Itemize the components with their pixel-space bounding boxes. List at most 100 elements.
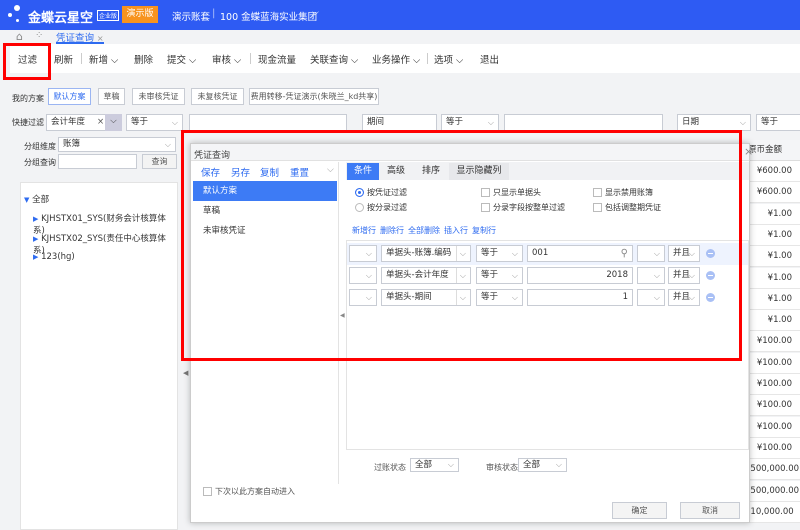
table-row[interactable]: ¥100.00 xyxy=(745,416,800,438)
grid-icon[interactable]: ⁘ xyxy=(35,30,43,41)
related-query-label: 关联查询 xyxy=(310,55,349,66)
org-name[interactable]: 100 金蝶蓝海实业集团 xyxy=(220,9,317,23)
tab-label: 凭证查询 xyxy=(56,33,95,44)
scheme-draft[interactable]: 草稿 xyxy=(98,88,125,105)
quick-field1-select[interactable]: 会计年度 × ⌵ xyxy=(46,114,122,131)
group-dim-select[interactable]: 账簿 ⌵ xyxy=(58,137,176,152)
home-icon[interactable]: ⌂ xyxy=(16,30,23,43)
caret-down-icon[interactable]: ▼ xyxy=(24,196,29,204)
table-row[interactable]: ¥100.00 xyxy=(745,374,800,395)
table-row[interactable]: ¥1.00 xyxy=(745,203,800,225)
quick-op1-value: 等于 xyxy=(131,117,149,127)
table-row[interactable]: ¥10,000.00 xyxy=(745,501,800,523)
clear-icon[interactable]: × xyxy=(97,115,104,130)
edition-badge: 企业版 xyxy=(97,10,120,21)
scheme-unreviewed[interactable]: 未复核凭证 xyxy=(191,88,244,105)
chevron-down-icon: ⌵ xyxy=(351,55,359,66)
post-status-select[interactable]: 全部 ⌵ xyxy=(410,458,459,472)
options-button[interactable]: 选项 ⌵ xyxy=(434,52,463,66)
chevron-down-icon: ⌵ xyxy=(456,55,464,66)
table-row[interactable]: ¥100.00 xyxy=(745,437,800,459)
exit-button[interactable]: 退出 xyxy=(480,52,499,66)
quick-op2-select[interactable]: 等于 ⌵ xyxy=(441,114,499,131)
table-row[interactable]: ¥500,000.00 xyxy=(745,480,800,502)
table-row[interactable]: ¥1.00 xyxy=(745,310,800,332)
delete-button[interactable]: 删除 xyxy=(134,52,153,66)
quick-field2-value: 期间 xyxy=(367,117,385,127)
audit-button-label: 审核 xyxy=(212,55,232,66)
close-icon[interactable]: × xyxy=(744,145,753,158)
chevron-down-icon[interactable]: ⌵ xyxy=(312,8,319,18)
quick-value2-input[interactable] xyxy=(504,114,663,131)
checkbox-box[interactable] xyxy=(203,487,212,496)
table-row[interactable]: ¥100.00 xyxy=(745,395,800,417)
chevron-down-icon: ⌵ xyxy=(739,118,746,127)
tab-voucher-query[interactable]: 凭证查询 × xyxy=(56,30,104,44)
toolbar-divider xyxy=(427,53,428,64)
chevron-down-icon: ⌵ xyxy=(234,55,242,66)
table-row[interactable]: ¥600.00 xyxy=(745,182,800,204)
audit-status-value: 全部 xyxy=(523,460,541,470)
highlight-box xyxy=(181,130,742,361)
group-dim-label: 分组维度 xyxy=(24,142,56,151)
group-query-input[interactable] xyxy=(58,154,137,169)
auto-enter-checkbox[interactable]: 下次以此方案自动进入 xyxy=(203,486,295,497)
refresh-button[interactable]: 刷新 xyxy=(54,52,73,66)
table-row[interactable]: ¥100.00 xyxy=(745,352,800,374)
cancel-button[interactable]: 取消 xyxy=(680,502,740,519)
caret-right-icon[interactable]: ▶ xyxy=(33,215,38,223)
logo-text: 金蝶云星空 xyxy=(28,11,94,26)
my-schemes-label: 我的方案 xyxy=(12,94,44,103)
new-button-label: 新增 xyxy=(89,55,109,66)
table-row[interactable]: ¥1.00 xyxy=(745,246,800,268)
table-row[interactable]: ¥1.00 xyxy=(745,267,800,289)
submit-button[interactable]: 提交 ⌵ xyxy=(167,52,196,66)
quick-op3-value: 等于 xyxy=(761,117,779,127)
business-ops-label: 业务操作 xyxy=(372,55,411,66)
chevron-down-icon: ⌵ xyxy=(487,118,494,127)
options-label: 选项 xyxy=(434,55,454,66)
quick-op2-value: 等于 xyxy=(446,117,464,127)
post-status-value: 全部 xyxy=(415,460,433,470)
chevron-down-icon: ⌵ xyxy=(555,460,562,469)
close-icon[interactable]: × xyxy=(97,34,104,43)
business-ops-button[interactable]: 业务操作 ⌵ xyxy=(372,52,420,66)
quick-field3-select[interactable]: 日期 ⌵ xyxy=(677,114,751,131)
tree-item[interactable]: ▶ 123(hg) xyxy=(33,252,75,262)
table-row[interactable]: ¥600.00 xyxy=(745,161,800,182)
scheme-expense-transfer[interactable]: 费用转移-凭证演示(朱晓兰_kd共享) xyxy=(249,88,379,105)
quick-op3-select[interactable]: 等于 xyxy=(756,114,800,131)
group-query-label: 分组查询 xyxy=(24,158,56,167)
caret-right-icon[interactable]: ▶ xyxy=(33,253,38,261)
demo-button[interactable]: 演示版 xyxy=(122,6,158,23)
quick-op1-select[interactable]: 等于 ⌵ xyxy=(126,114,183,131)
table-row[interactable]: ¥500,000.00 xyxy=(745,459,800,481)
table-row[interactable]: ¥1.00 xyxy=(745,224,800,246)
tree-root-label: 全部 xyxy=(32,195,50,205)
chevron-down-icon[interactable]: ⌵ xyxy=(105,114,122,131)
app-header: 金蝶云星空 企业版 演示版 演示账套 | 100 金蝶蓝海实业集团 ⌵ xyxy=(0,0,800,30)
scheme-default[interactable]: 默认方案 xyxy=(48,88,91,105)
scheme-unaudited[interactable]: 未审核凭证 xyxy=(132,88,185,105)
table-row[interactable]: ¥1.00 xyxy=(745,288,800,310)
collapse-arrow-icon[interactable]: ◀ xyxy=(183,369,188,377)
chevron-down-icon: ⌵ xyxy=(189,55,197,66)
column-header[interactable]: 原币金额 xyxy=(745,140,800,161)
chevron-down-icon: ⌵ xyxy=(111,55,119,66)
related-query-button[interactable]: 关联查询 ⌵ xyxy=(310,52,358,66)
group-query-button[interactable]: 查询 xyxy=(142,154,177,169)
ok-button[interactable]: 确定 xyxy=(612,502,667,519)
tree-root[interactable]: ▼ 全部 xyxy=(24,193,49,205)
highlight-box xyxy=(3,43,51,80)
account-name[interactable]: 演示账套 xyxy=(172,9,210,23)
table-row[interactable]: ¥100.00 xyxy=(745,331,800,353)
quick-field2-select[interactable]: 期间 xyxy=(362,114,437,131)
quick-value1-input[interactable] xyxy=(189,114,347,131)
group-dim-value: 账簿 xyxy=(63,139,81,149)
caret-right-icon[interactable]: ▶ xyxy=(33,235,38,243)
audit-status-select[interactable]: 全部 ⌵ xyxy=(518,458,567,472)
submit-button-label: 提交 xyxy=(167,55,187,66)
cash-flow-button[interactable]: 现金流量 xyxy=(258,52,296,66)
audit-button[interactable]: 审核 ⌵ xyxy=(212,52,241,66)
new-button[interactable]: 新增 ⌵ xyxy=(89,52,118,66)
